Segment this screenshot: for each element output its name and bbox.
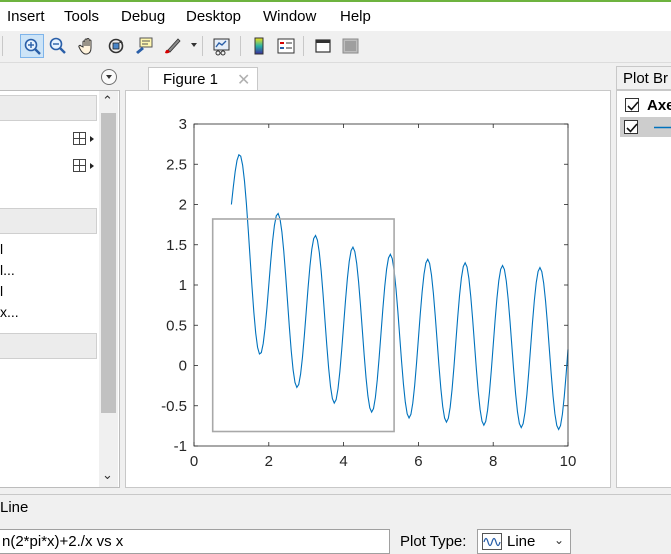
brush-icon (165, 38, 181, 54)
toolbar-separator (303, 36, 304, 56)
panel-options-icon[interactable] (101, 69, 117, 85)
y-tick-label: 1.5 (166, 237, 187, 254)
pan-hand-icon (78, 38, 92, 55)
figure-canvas: 0 2 4 6 8 10 -1 -0.5 0 0.5 1 1.5 2 2.5 3 (125, 90, 611, 488)
left-panel-header (0, 66, 120, 88)
data-tips-button[interactable] (132, 34, 156, 58)
close-icon[interactable]: ✕ (237, 70, 250, 90)
x-tick-label: 10 (560, 453, 577, 470)
plot-axes[interactable]: 0 2 4 6 8 10 -1 -0.5 0 0.5 1 1.5 2 2.5 3 (126, 91, 612, 489)
line-plot-icon (482, 533, 502, 550)
chevron-down-icon[interactable]: ⌄ (554, 533, 564, 547)
expand-arrow-icon[interactable] (90, 136, 94, 142)
link-plot-button[interactable] (210, 34, 234, 58)
zoom-out-button[interactable] (46, 34, 70, 58)
figure-area: Figure 1 ✕ 0 2 4 6 8 10 -1 -0.5 0 0.5 1 1.5 2 2.5 3 (123, 66, 613, 488)
checkmark-icon (627, 101, 639, 111)
vertical-scrollbar[interactable]: ⌃ ⌄ (99, 91, 118, 487)
line-visibility-checkbox[interactable] (624, 120, 638, 134)
x-tick-label: 2 (265, 453, 273, 470)
brush-button[interactable] (160, 34, 184, 58)
y-tick-label: 0 (179, 358, 187, 375)
list-item[interactable]: x... (0, 304, 19, 320)
left-panel-body: l l... l x... ⌃ ⌄ (0, 90, 120, 488)
menu-debug[interactable]: Debug (121, 8, 165, 25)
zoom-in-icon (24, 38, 41, 55)
tab-figure-1[interactable]: Figure 1 ✕ (148, 67, 258, 91)
section-header[interactable] (0, 208, 97, 234)
plot-type-select[interactable]: Line ⌄ (477, 529, 571, 554)
pan-button[interactable] (76, 34, 100, 58)
plot-type-value: Line (507, 533, 536, 550)
selected-object-label: Line (0, 499, 29, 516)
y-tick-label: 2.5 (166, 156, 187, 173)
x-tick-label: 4 (339, 453, 347, 470)
line-swatch-icon (654, 126, 671, 129)
y-tick-label: 0.5 (166, 317, 187, 334)
plot-browser-panel: Plot Br Axe (616, 66, 671, 488)
toolbar-separator (2, 36, 3, 56)
plot-browser-header: Plot Br (616, 66, 671, 90)
dock-button[interactable] (311, 34, 335, 58)
data-source-field[interactable]: n(2*pi*x)+2./x vs x (0, 529, 390, 554)
axes-box (193, 123, 569, 447)
grid-icon[interactable] (73, 132, 86, 145)
scroll-down-icon[interactable]: ⌄ (102, 467, 113, 483)
rotate-3d-icon (108, 38, 124, 54)
colorbar-icon (254, 37, 264, 55)
tab-label: Figure 1 (163, 71, 219, 88)
checkmark-icon (626, 123, 638, 133)
dock-icon (315, 39, 331, 53)
link-plot-icon (213, 38, 230, 56)
data-line[interactable] (230, 153, 569, 431)
section-header[interactable] (0, 95, 97, 121)
plot-browser-body: Axe (616, 90, 671, 488)
x-tick-label: 6 (414, 453, 422, 470)
axes-visibility-checkbox[interactable] (625, 98, 639, 112)
insert-colorbar-button[interactable] (247, 34, 271, 58)
expand-arrow-icon[interactable] (90, 163, 94, 169)
toolbar-separator (202, 36, 203, 56)
list-item[interactable]: l... (0, 262, 15, 278)
toolbar-separator (240, 36, 241, 56)
menu-help[interactable]: Help (340, 8, 371, 25)
scrollbar-thumb[interactable] (101, 113, 116, 413)
brush-dropdown-arrow[interactable] (191, 43, 197, 47)
panel-title: Plot Br (623, 70, 669, 87)
zoom-out-icon (49, 37, 66, 54)
y-tick-label: -1 (174, 438, 187, 455)
menu-tools[interactable]: Tools (64, 8, 99, 25)
legend-icon (277, 38, 295, 54)
menu-bar: Insert Tools Debug Desktop Window Help (0, 2, 671, 31)
insert-legend-button[interactable] (274, 34, 298, 58)
data-tips-icon (136, 37, 153, 54)
data-source-value: n(2*pi*x)+2./x vs x (2, 533, 124, 550)
undock-button (338, 34, 362, 58)
list-item[interactable]: l (0, 241, 3, 257)
y-tick-label: 3 (179, 116, 187, 133)
zoom-in-button[interactable] (20, 34, 44, 58)
y-tick-label: 2 (179, 197, 187, 214)
x-tick-label: 8 (489, 453, 497, 470)
menu-window[interactable]: Window (263, 8, 316, 25)
axes-label[interactable]: Axe (647, 97, 671, 114)
menu-desktop[interactable]: Desktop (186, 8, 241, 25)
scroll-up-icon[interactable]: ⌃ (102, 93, 113, 109)
plot-type-label: Plot Type: (400, 533, 467, 550)
property-editor-header: Line (0, 495, 671, 519)
brush-rectangle (211, 218, 395, 433)
x-tick-label: 0 (190, 453, 198, 470)
undock-icon (342, 38, 359, 54)
y-tick-label: 1 (179, 277, 187, 294)
section-header[interactable] (0, 333, 97, 359)
list-item[interactable]: l (0, 283, 3, 299)
left-panel: l l... l x... ⌃ ⌄ (0, 66, 120, 488)
toolbar (0, 31, 671, 63)
rotate-3d-button[interactable] (104, 34, 128, 58)
line-row-selected[interactable] (620, 117, 671, 137)
y-tick-label: -0.5 (161, 398, 187, 415)
menu-insert[interactable]: Insert (7, 8, 45, 25)
grid-icon[interactable] (73, 159, 86, 172)
